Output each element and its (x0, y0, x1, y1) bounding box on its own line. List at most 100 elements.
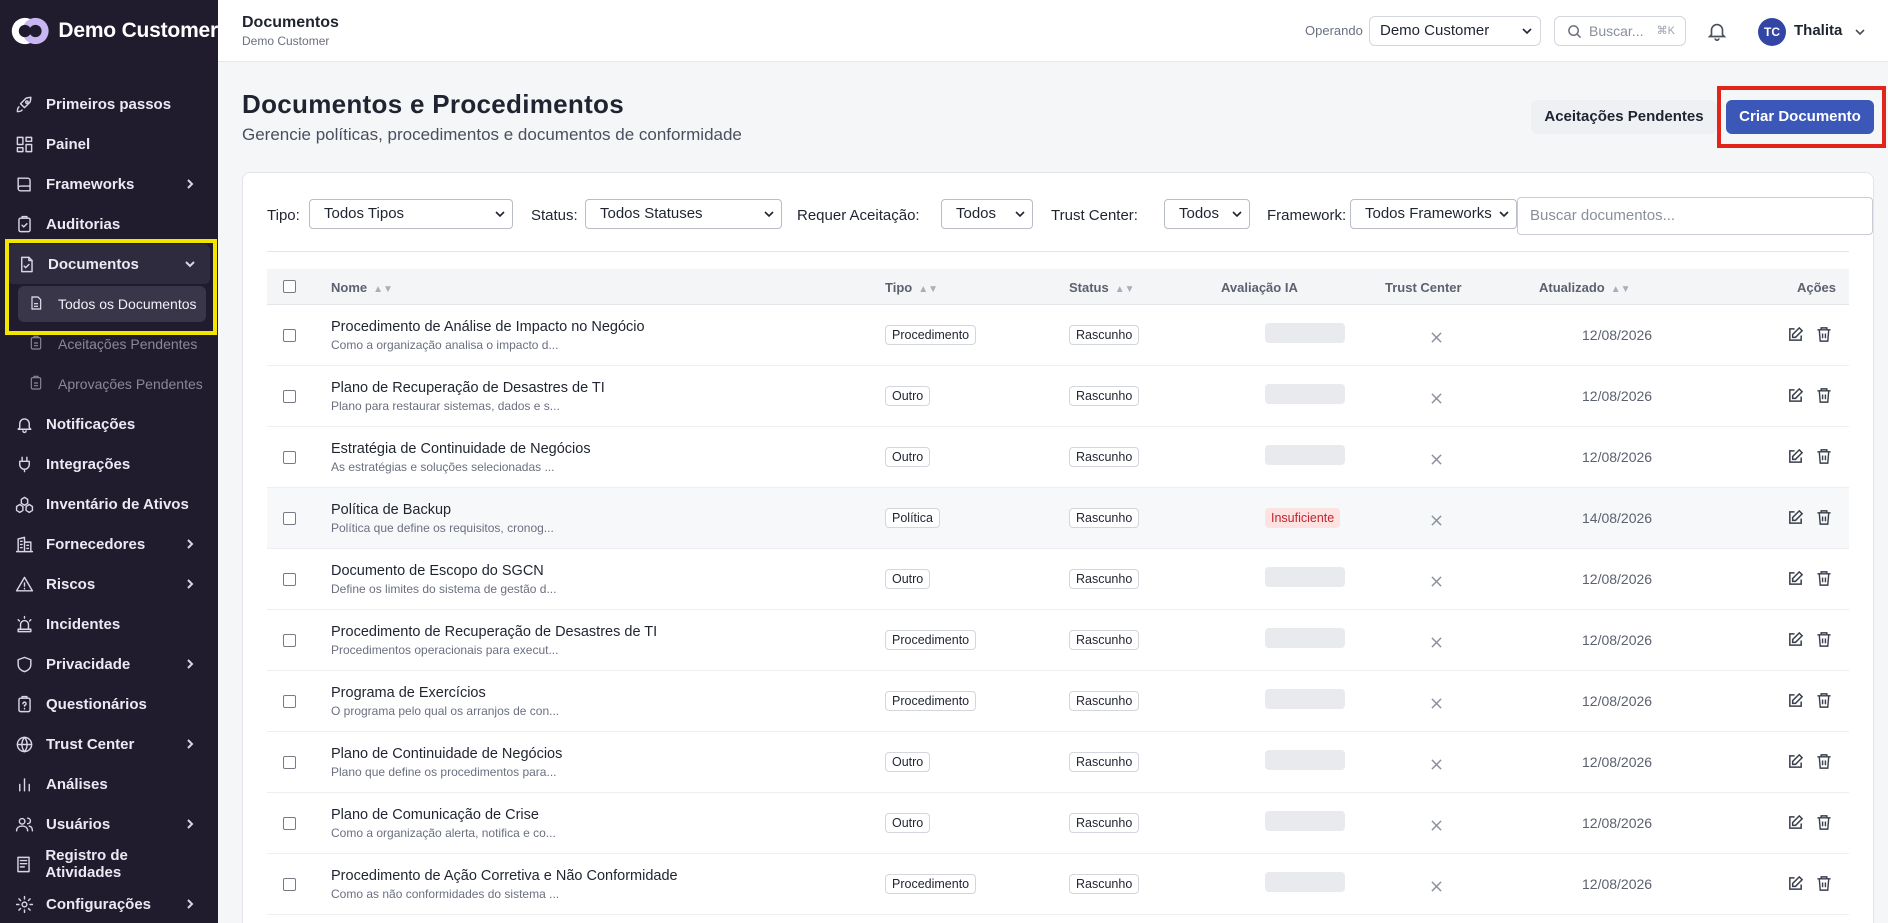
trash-icon[interactable] (1816, 509, 1832, 526)
sidebar-item-configuracoes[interactable]: Configurações (0, 884, 218, 923)
row-checkbox[interactable] (283, 390, 296, 403)
avatar[interactable]: TC (1758, 18, 1786, 46)
trash-icon[interactable] (1816, 875, 1832, 892)
sidebar-item-incidentes[interactable]: Incidentes (0, 604, 218, 644)
users-icon (14, 814, 34, 834)
edit-icon[interactable] (1787, 814, 1804, 831)
sidebar-item-analises[interactable]: Análises (0, 764, 218, 804)
row-checkbox[interactable] (283, 634, 296, 647)
row-checkbox[interactable] (283, 512, 296, 525)
table-row[interactable]: Plano de Continuidade de Negócios Plano … (267, 732, 1849, 793)
updated-date: 12/08/2026 (1582, 754, 1653, 770)
pending-acceptances-button[interactable]: Aceitações Pendentes (1531, 100, 1717, 134)
sidebar-item-inventario[interactable]: Inventário de Ativos (0, 484, 218, 524)
filter-aceite-select[interactable]: Todos (941, 199, 1033, 229)
table-row[interactable]: Estratégia de Continuidade de Negócios A… (267, 427, 1849, 488)
sidebar-item-privacidade[interactable]: Privacidade (0, 644, 218, 684)
row-checkbox[interactable] (283, 817, 296, 830)
edit-icon[interactable] (1787, 326, 1804, 343)
table-row[interactable]: Plano de Recuperação de Desastres de TI … (267, 366, 1849, 427)
document-name[interactable]: Política de Backup (331, 502, 451, 518)
ia-evaluation-placeholder (1265, 323, 1345, 343)
user-name[interactable]: Thalita (1794, 22, 1842, 39)
column-header-tipo[interactable]: Tipo ▲▼ (885, 280, 938, 295)
trash-icon[interactable] (1816, 692, 1832, 709)
trash-icon[interactable] (1816, 753, 1832, 770)
sidebar-item-integracoes[interactable]: Integrações (0, 444, 218, 484)
edit-icon[interactable] (1787, 875, 1804, 892)
chevron-down-icon[interactable] (1854, 26, 1866, 38)
trash-icon[interactable] (1816, 570, 1832, 587)
trash-icon[interactable] (1816, 814, 1832, 831)
row-checkbox[interactable] (283, 878, 296, 891)
document-name[interactable]: Procedimento de Recuperação de Desastres… (331, 624, 657, 640)
column-header-nome[interactable]: Nome ▲▼ (331, 280, 393, 295)
document-name[interactable]: Estratégia de Continuidade de Negócios (331, 441, 591, 457)
ia-evaluation-badge: Insuficiente (1265, 508, 1341, 528)
document-name[interactable]: Plano de Recuperação de Desastres de TI (331, 380, 605, 396)
document-description: Define os limites do sistema de gestão d… (331, 582, 557, 596)
select-all-checkbox[interactable] (283, 280, 296, 293)
row-checkbox[interactable] (283, 573, 296, 586)
edit-icon[interactable] (1787, 448, 1804, 465)
table-row[interactable]: Política de Backup Política que define o… (267, 488, 1849, 549)
sidebar-item-usuarios[interactable]: Usuários (0, 804, 218, 844)
filter-status-select[interactable]: Todos Statuses (585, 199, 782, 229)
brand[interactable]: Demo Customer (0, 0, 218, 62)
trash-icon[interactable] (1816, 326, 1832, 343)
table-row[interactable]: Procedimento de Ação Corretiva e Não Con… (267, 854, 1849, 915)
edit-icon[interactable] (1787, 387, 1804, 404)
filter-framework-label: Framework: (1267, 207, 1347, 224)
row-checkbox[interactable] (283, 329, 296, 342)
document-name[interactable]: Programa de Exercícios (331, 685, 486, 701)
trash-icon[interactable] (1816, 387, 1832, 404)
table-row[interactable]: Documento de Escopo do SGCN Define os li… (267, 549, 1849, 610)
table-row[interactable]: Plano de Comunicação de Crise Como a org… (267, 793, 1849, 854)
sidebar-item-riscos[interactable]: Riscos (0, 564, 218, 604)
edit-icon[interactable] (1787, 692, 1804, 709)
filter-trust-select[interactable]: Todos (1164, 199, 1250, 229)
sidebar-item-painel[interactable]: Painel (0, 124, 218, 164)
customer-select[interactable]: Demo Customer (1369, 16, 1541, 46)
documents-search-input[interactable]: Buscar documentos... (1517, 197, 1873, 235)
create-document-button[interactable]: Criar Documento (1726, 100, 1874, 134)
updated-date: 12/08/2026 (1582, 815, 1653, 831)
edit-icon[interactable] (1787, 509, 1804, 526)
sidebar-item-label: Questionários (46, 695, 147, 713)
document-name[interactable]: Procedimento de Ação Corretiva e Não Con… (331, 868, 678, 884)
sidebar-item-primeiros-passos[interactable]: Primeiros passos (0, 84, 218, 124)
chevron-right-icon (184, 817, 196, 829)
edit-icon[interactable] (1787, 631, 1804, 648)
table-row[interactable]: Procedimento de Análise de Impacto no Ne… (267, 305, 1849, 366)
document-name[interactable]: Documento de Escopo do SGCN (331, 563, 544, 579)
column-header-status[interactable]: Status ▲▼ (1069, 280, 1135, 295)
sidebar-subitem-aceitacoes-pendentes[interactable]: Aceitações Pendentes (0, 324, 218, 364)
trash-icon[interactable] (1816, 631, 1832, 648)
document-name[interactable]: Plano de Comunicação de Crise (331, 807, 539, 823)
row-checkbox[interactable] (283, 451, 296, 464)
global-search[interactable]: Buscar... ⌘K (1554, 16, 1686, 46)
trash-icon[interactable] (1816, 448, 1832, 465)
sidebar-item-documentos[interactable]: Documentos (8, 244, 210, 284)
document-name[interactable]: Procedimento de Análise de Impacto no Ne… (331, 319, 645, 335)
sidebar-item-notificacoes[interactable]: Notificações (0, 404, 218, 444)
row-checkbox[interactable] (283, 756, 296, 769)
sidebar-item-frameworks[interactable]: Frameworks (0, 164, 218, 204)
notifications-bell-icon[interactable] (1706, 20, 1728, 42)
sidebar-subitem-todos-documentos[interactable]: Todos os Documentos (18, 286, 206, 322)
column-header-atualizado[interactable]: Atualizado ▲▼ (1539, 280, 1631, 295)
sidebar-item-trust-center[interactable]: Trust Center (0, 724, 218, 764)
filter-framework-select[interactable]: Todos Frameworks (1350, 199, 1517, 229)
filter-tipo-select[interactable]: Todos Tipos (309, 199, 513, 229)
sidebar-subitem-aprovacoes-pendentes[interactable]: Aprovações Pendentes (0, 364, 218, 404)
sidebar-item-registro-atividades[interactable]: Registro de Atividades (0, 844, 218, 884)
table-row[interactable]: Procedimento de Recuperação de Desastres… (267, 610, 1849, 671)
sidebar-item-fornecedores[interactable]: Fornecedores (0, 524, 218, 564)
sidebar-item-auditorias[interactable]: Auditorias (0, 204, 218, 244)
document-name[interactable]: Plano de Continuidade de Negócios (331, 746, 562, 762)
edit-icon[interactable] (1787, 753, 1804, 770)
row-checkbox[interactable] (283, 695, 296, 708)
edit-icon[interactable] (1787, 570, 1804, 587)
table-row[interactable]: Programa de Exercícios O programa pelo q… (267, 671, 1849, 732)
sidebar-item-questionarios[interactable]: Questionários (0, 684, 218, 724)
